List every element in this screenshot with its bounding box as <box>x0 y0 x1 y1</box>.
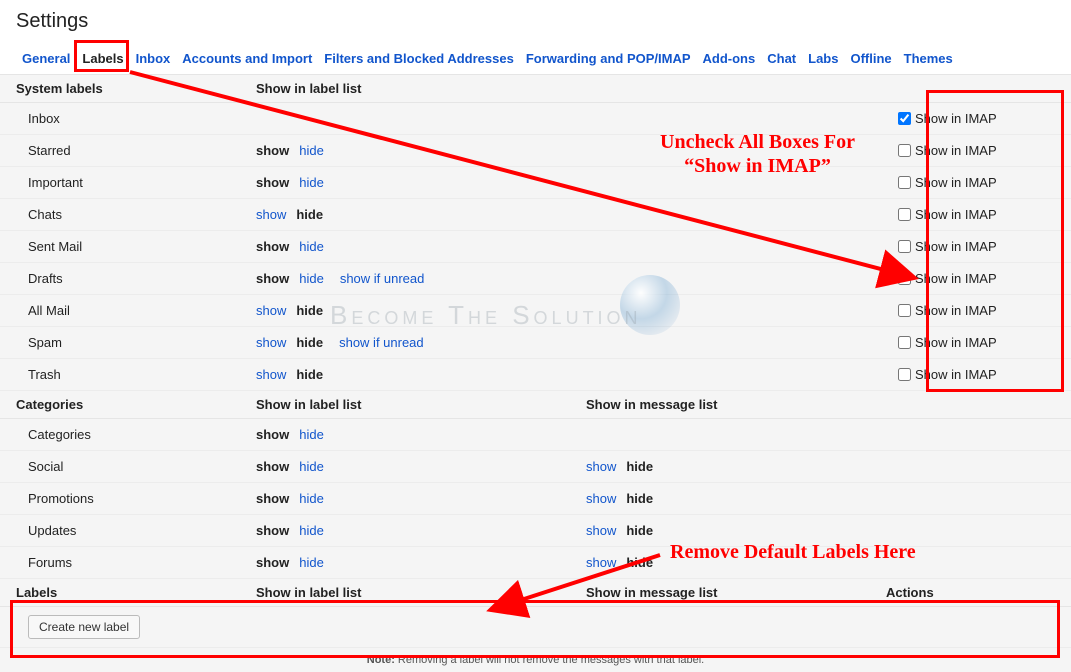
annotation-arrow-to-labels <box>0 0 1071 672</box>
